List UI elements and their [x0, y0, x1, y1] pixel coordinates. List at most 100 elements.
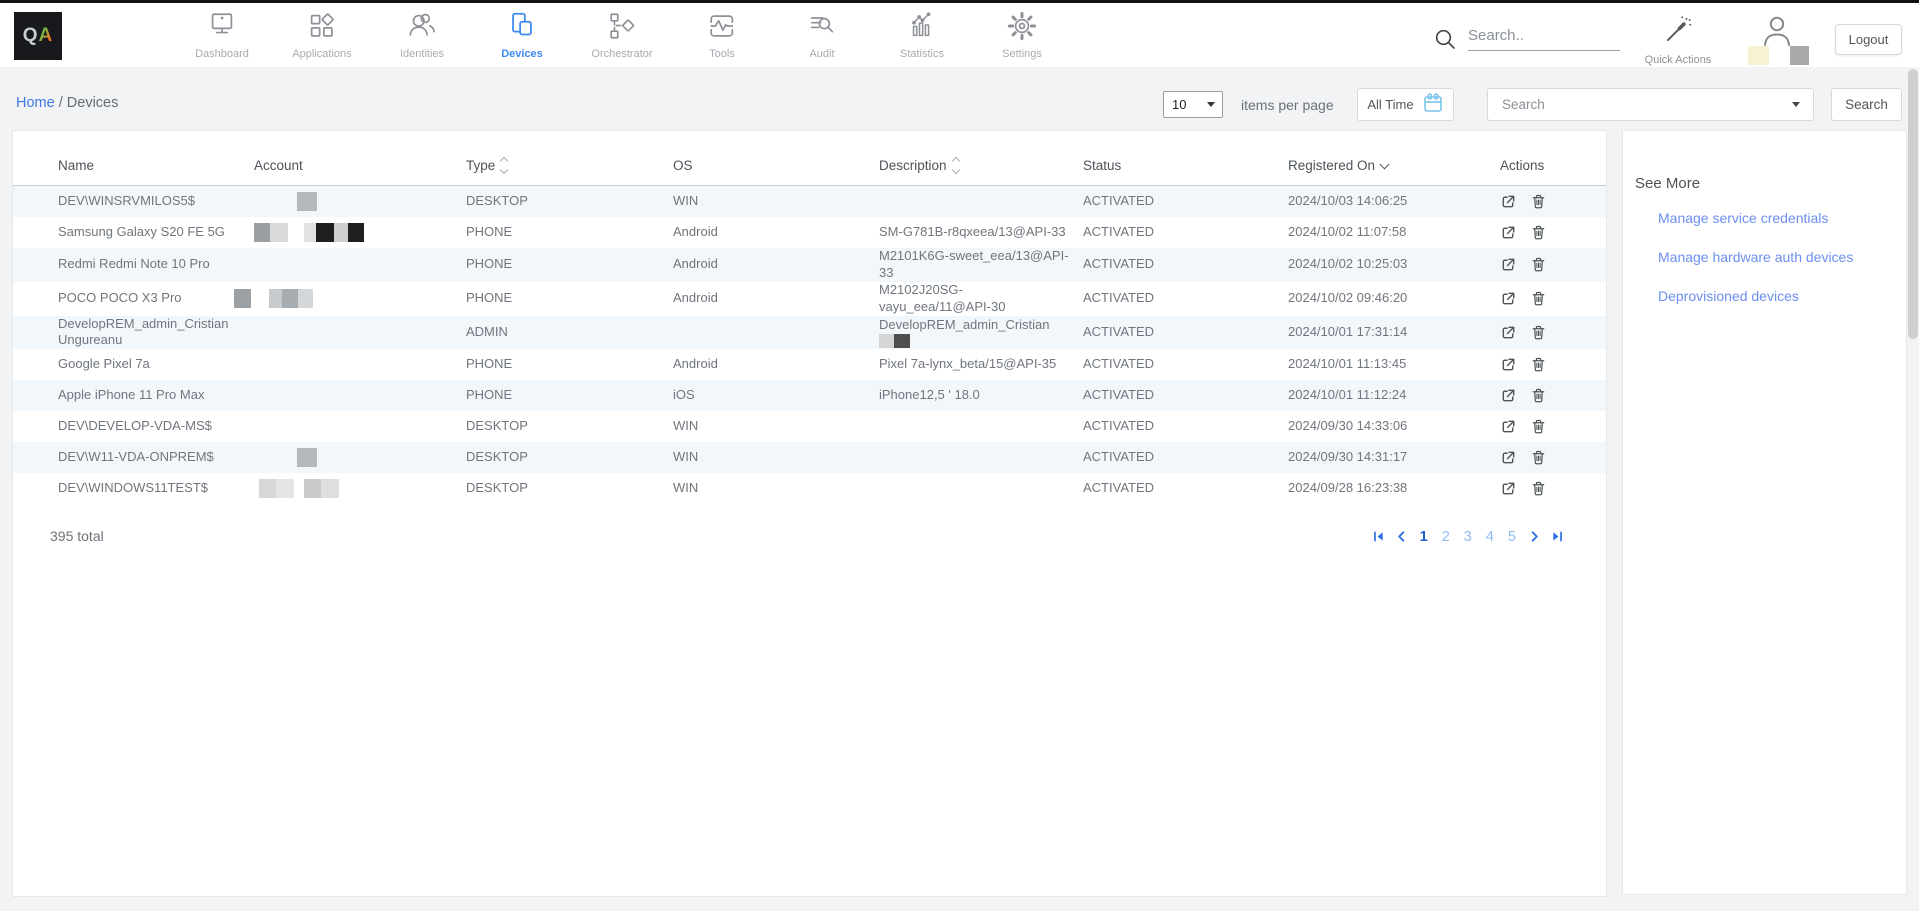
column-header-account: Account — [254, 158, 466, 185]
page-number-3[interactable]: 3 — [1462, 529, 1474, 545]
nav-item-label: Dashboard — [195, 48, 249, 60]
delete-device-button[interactable] — [1530, 356, 1547, 373]
registered-on-cell: 2024/10/02 09:46:20 — [1288, 290, 1500, 307]
table-row[interactable]: POCO POCO X3 ProPHONEAndroidM2102J20SG-v… — [13, 282, 1606, 316]
device-name-cell: Apple iPhone 11 Pro Max — [58, 387, 254, 404]
calendar-icon — [1422, 92, 1444, 117]
os-cell: Android — [673, 224, 879, 241]
items-per-page-select[interactable]: 10 — [1163, 91, 1223, 118]
table-row[interactable]: DEV\W11-VDA-ONPREM$DESKTOPWINACTIVATED20… — [13, 442, 1606, 473]
see-more-link-manage-service-credentials[interactable]: Manage service credentials — [1658, 210, 1906, 226]
open-device-button[interactable] — [1500, 193, 1517, 210]
type-cell: DESKTOP — [466, 449, 673, 466]
registered-on-cell: 2024/09/30 14:33:06 — [1288, 418, 1500, 435]
filter-search-dropdown[interactable]: Search — [1487, 88, 1814, 121]
redacted-block — [234, 289, 251, 308]
os-cell: WIN — [673, 193, 879, 210]
open-device-button[interactable] — [1500, 387, 1517, 404]
nav-item-identities[interactable]: Identities — [372, 10, 472, 60]
redacted-block — [894, 334, 910, 348]
table-row[interactable]: Google Pixel 7aPHONEAndroidPixel 7a-lynx… — [13, 349, 1606, 380]
app-logo[interactable]: QA — [14, 12, 62, 60]
logout-button[interactable]: Logout — [1835, 24, 1902, 55]
open-device-button[interactable] — [1500, 449, 1517, 466]
page-number-2[interactable]: 2 — [1440, 529, 1452, 545]
open-device-button[interactable] — [1500, 256, 1517, 273]
first-page-button[interactable] — [1372, 530, 1385, 544]
nav-item-label: Devices — [501, 48, 543, 60]
actions-cell — [1500, 356, 1606, 373]
actions-cell — [1500, 480, 1606, 497]
table-row[interactable]: DEV\DEVELOP-VDA-MS$DESKTOPWINACTIVATED20… — [13, 411, 1606, 442]
table-row[interactable]: Apple iPhone 11 Pro MaxPHONEiOSiPhone12,… — [13, 380, 1606, 411]
os-cell: WIN — [673, 418, 879, 435]
open-device-button[interactable] — [1500, 418, 1517, 435]
nav-item-label: Statistics — [900, 48, 944, 60]
nav-item-tools[interactable]: Tools — [672, 10, 772, 60]
redacted-blocks — [254, 223, 456, 242]
delete-device-button[interactable] — [1530, 224, 1547, 241]
column-header-label: Account — [254, 158, 303, 173]
nav-item-settings[interactable]: Settings — [972, 10, 1072, 60]
column-header-registered-on[interactable]: Registered On — [1288, 158, 1500, 185]
delete-device-button[interactable] — [1530, 480, 1547, 497]
device-name-cell: DEV\WINDOWS11TEST$ — [58, 480, 254, 497]
tools-icon — [706, 10, 738, 46]
table-row[interactable]: DEV\WINDOWS11TEST$DESKTOPWINACTIVATED202… — [13, 473, 1606, 504]
column-header-description[interactable]: Description — [879, 158, 1083, 185]
global-search-input[interactable] — [1468, 25, 1620, 51]
nav-item-audit[interactable]: Audit — [772, 10, 872, 60]
page-number-5[interactable]: 5 — [1506, 529, 1518, 545]
see-more-link-deprovisioned-devices[interactable]: Deprovisioned devices — [1658, 288, 1906, 304]
page-number-4[interactable]: 4 — [1484, 529, 1496, 545]
type-cell: PHONE — [466, 387, 673, 404]
redacted-block — [269, 289, 282, 308]
quick-actions-button[interactable]: Quick Actions — [1640, 12, 1716, 66]
breadcrumb-home-link[interactable]: Home — [16, 95, 55, 111]
nav-item-statistics[interactable]: Statistics — [872, 10, 972, 60]
delete-device-button[interactable] — [1530, 324, 1547, 341]
table-row[interactable]: DEV\WINSRVMILOS5$DESKTOPWINACTIVATED2024… — [13, 186, 1606, 217]
delete-device-button[interactable] — [1530, 290, 1547, 307]
open-device-button[interactable] — [1500, 224, 1517, 241]
delete-device-button[interactable] — [1530, 193, 1547, 210]
description-text: M2102J20SG-vayu_eea/11@API-30 — [879, 282, 1073, 316]
delete-device-button[interactable] — [1530, 449, 1547, 466]
next-page-button[interactable] — [1528, 530, 1541, 544]
delete-device-button[interactable] — [1530, 256, 1547, 273]
nav-item-applications[interactable]: Applications — [272, 10, 372, 60]
registered-on-cell: 2024/09/30 14:31:17 — [1288, 449, 1500, 466]
quick-actions-label: Quick Actions — [1645, 54, 1712, 66]
magic-wand-icon — [1660, 12, 1696, 53]
type-cell: PHONE — [466, 224, 673, 241]
description-text: DevelopREM_admin_Cristian — [879, 317, 1073, 334]
description-cell: Pixel 7a-lynx_beta/15@API-35 — [879, 356, 1083, 373]
table-row[interactable]: Samsung Galaxy S20 FE 5GPHONEAndroidSM-G… — [13, 217, 1606, 248]
open-device-button[interactable] — [1500, 480, 1517, 497]
os-cell: iOS — [673, 387, 879, 404]
delete-device-button[interactable] — [1530, 418, 1547, 435]
status-cell: ACTIVATED — [1083, 449, 1288, 466]
nav-item-dashboard[interactable]: Dashboard — [172, 10, 272, 60]
open-device-button[interactable] — [1500, 356, 1517, 373]
see-more-link-manage-hardware-auth-devices[interactable]: Manage hardware auth devices — [1658, 249, 1906, 265]
time-filter-button[interactable]: All Time — [1357, 88, 1454, 121]
search-button[interactable]: Search — [1831, 88, 1902, 121]
nav-item-orchestrator[interactable]: Orchestrator — [572, 10, 672, 60]
open-device-button[interactable] — [1500, 324, 1517, 341]
column-header-type[interactable]: Type — [466, 158, 673, 185]
table-row[interactable]: Redmi Redmi Note 10 ProPHONEAndroidM2101… — [13, 248, 1606, 282]
description-cell: M2101K6G-sweet_eea/13@API-33 — [879, 248, 1083, 282]
status-cell: ACTIVATED — [1083, 256, 1288, 273]
prev-page-button[interactable] — [1395, 530, 1408, 544]
open-device-button[interactable] — [1500, 290, 1517, 307]
scrollbar-thumb[interactable] — [1908, 69, 1918, 339]
description-text: M2101K6G-sweet_eea/13@API-33 — [879, 248, 1073, 282]
nav-item-devices[interactable]: Devices — [472, 10, 572, 60]
page-number-1[interactable]: 1 — [1418, 529, 1430, 545]
delete-device-button[interactable] — [1530, 387, 1547, 404]
table-row[interactable]: DevelopREM_admin_Cristian UngureanuADMIN… — [13, 316, 1606, 350]
os-cell: Android — [673, 256, 879, 273]
last-page-button[interactable] — [1551, 530, 1564, 544]
page-scrollbar[interactable] — [1907, 67, 1919, 911]
